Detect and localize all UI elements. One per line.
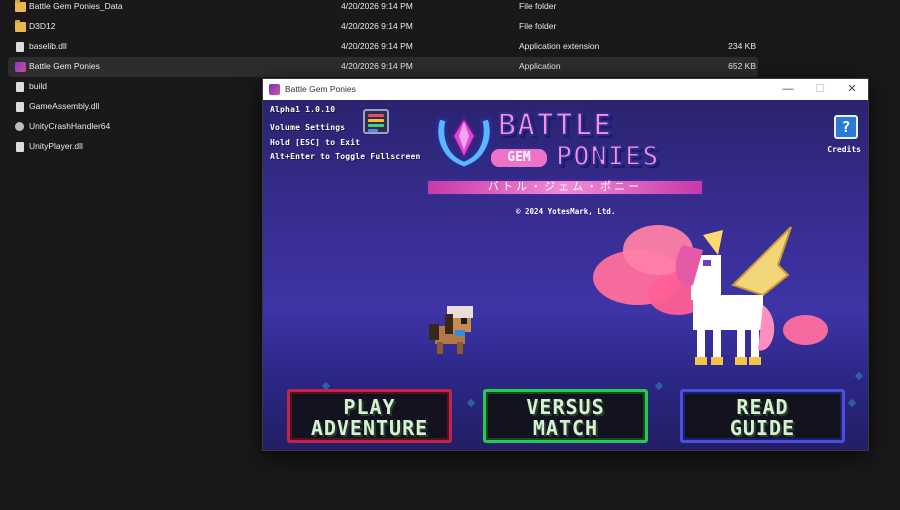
play-label: PLAY [343, 395, 396, 419]
sparkle-icon [847, 398, 857, 408]
maximize-button[interactable]: ☐ [804, 79, 836, 100]
dll-file-icon [16, 102, 24, 112]
file-row-d3d12[interactable]: D3D12 4/20/2026 9:14 PM File folder [8, 17, 758, 37]
file-type: Application [519, 61, 561, 71]
copyright-label: © 2024 YotesMark, Ltd. [516, 207, 616, 216]
file-name: D3D12 [29, 21, 56, 31]
volume-settings-button[interactable] [363, 109, 389, 134]
logo-gem-text: GEM [489, 147, 549, 169]
adventure-label: ADVENTURE [310, 416, 429, 440]
file-icon [16, 82, 24, 92]
file-row-battle-gem-ponies-data[interactable]: Battle Gem Ponies_Data 4/20/2026 9:14 PM… [8, 0, 758, 17]
app-icon [269, 84, 280, 95]
app-icon [15, 62, 26, 72]
logo-ponies-text: PONIES [555, 140, 660, 173]
logo-battle-text: BATTLE [497, 107, 613, 144]
versus-label: VERSUS [526, 395, 605, 419]
exit-hint: Hold [ESC] to Exit [270, 138, 361, 147]
file-name: Battle Gem Ponies_Data [29, 1, 123, 11]
volume-bar-icon [368, 114, 384, 117]
fullscreen-hint: Alt+Enter to Toggle Fullscreen [270, 152, 421, 161]
file-date: 4/20/2026 9:14 PM [341, 41, 413, 51]
guide-label: GUIDE [729, 416, 796, 440]
minimize-button[interactable]: — [772, 79, 804, 100]
gear-icon [15, 122, 24, 131]
pony-character-icon [429, 306, 473, 354]
file-type: Application extension [519, 41, 600, 51]
dll-file-icon [16, 42, 24, 52]
file-size: 234 KB [728, 41, 756, 51]
file-date: 4/20/2026 9:14 PM [341, 1, 413, 11]
folder-icon [15, 20, 26, 32]
file-row-baselib[interactable]: baselib.dll 4/20/2026 9:14 PM Applicatio… [8, 37, 758, 57]
match-label: MATCH [532, 416, 599, 440]
volume-bar-icon [368, 129, 378, 132]
versus-match-button[interactable]: VERSUS MATCH [483, 389, 648, 443]
version-label: Alpha1 1.0.10 [270, 105, 336, 114]
volume-settings-label[interactable]: Volume Settings [270, 123, 345, 132]
file-date: 4/20/2026 9:14 PM [341, 61, 413, 71]
sparkle-icon [654, 381, 664, 391]
file-name: Battle Gem Ponies [29, 61, 100, 71]
credits-button[interactable]: ? [834, 115, 858, 139]
file-name: baselib.dll [29, 41, 67, 51]
file-date: 4/20/2026 9:14 PM [341, 21, 413, 31]
file-name: GameAssembly.dll [29, 101, 100, 111]
play-adventure-button[interactable]: PLAY ADVENTURE [287, 389, 452, 443]
alicorn-character-icon [675, 226, 792, 365]
file-name: UnityCrashHandler64 [29, 121, 111, 131]
window-titlebar[interactable]: Battle Gem Ponies — ☐ ✕ [263, 79, 868, 100]
folder-icon [15, 0, 26, 12]
sparkle-icon [466, 398, 476, 408]
logo-japanese-subtitle: バトル・ジェム・ポニー [426, 179, 704, 196]
read-guide-button[interactable]: READ GUIDE [680, 389, 845, 443]
file-name: UnityPlayer.dll [29, 141, 83, 151]
file-row-battle-gem-ponies-exe[interactable]: Battle Gem Ponies 4/20/2026 9:14 PM Appl… [8, 57, 758, 77]
sparkle-icon [854, 371, 864, 381]
file-size: 652 KB [728, 61, 756, 71]
credits-label[interactable]: Credits [827, 145, 861, 154]
volume-bar-icon [368, 119, 384, 122]
game-canvas: Alpha1 1.0.10 Volume Settings Hold [ESC]… [263, 100, 868, 450]
read-label: READ [736, 395, 789, 419]
gem-logo-icon [435, 116, 493, 170]
close-button[interactable]: ✕ [836, 79, 868, 100]
file-name: build [29, 81, 47, 91]
game-window: Battle Gem Ponies — ☐ ✕ Alpha1 1.0.10 Vo… [262, 78, 869, 451]
file-type: File folder [519, 1, 557, 11]
file-type: File folder [519, 21, 557, 31]
volume-bar-icon [368, 124, 384, 127]
dll-file-icon [16, 142, 24, 152]
window-title: Battle Gem Ponies [285, 84, 356, 94]
